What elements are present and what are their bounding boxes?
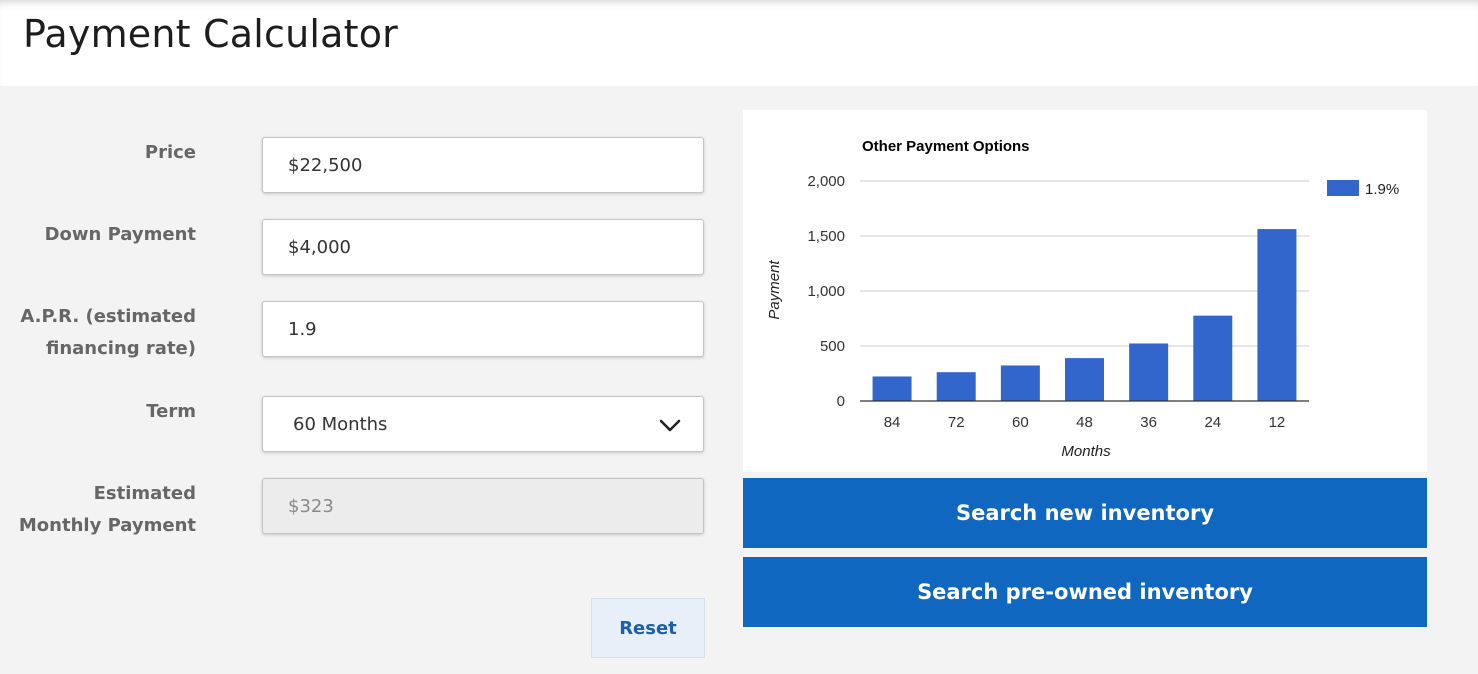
- y-tick-label: 1,000: [807, 283, 845, 300]
- term-select[interactable]: 60 Months: [262, 396, 704, 452]
- apr-label-line2: financing rate): [46, 338, 196, 359]
- x-tick-label: 48: [1076, 414, 1093, 431]
- price-label: Price: [144, 142, 196, 163]
- x-tick-label: 72: [948, 414, 965, 431]
- bar: [1065, 358, 1104, 401]
- reset-button[interactable]: Reset: [591, 598, 705, 658]
- y-tick-label: 2,000: [807, 173, 845, 190]
- term-select-value: 60 Months: [293, 414, 388, 435]
- y-tick-label: 0: [837, 393, 845, 410]
- down-payment-input[interactable]: $4,000: [262, 219, 704, 275]
- down-payment-label: Down Payment: [44, 224, 196, 245]
- apr-label: A.P.R. (estimated financing rate): [20, 301, 196, 365]
- bar: [1193, 315, 1233, 401]
- page-header: Payment Calculator: [0, 0, 1478, 86]
- bar: [872, 376, 912, 401]
- x-tick-label: 36: [1140, 414, 1157, 431]
- term-label: Term: [146, 401, 196, 422]
- legend-swatch: [1327, 180, 1359, 196]
- bar-chart-svg: Other Payment Options 0 500 1,000 1,500 2,00…: [766, 138, 1399, 460]
- chart-title: Other Payment Options: [862, 138, 1030, 155]
- payment-options-chart: Other Payment Options 0 500 1,000 1,500 2,00…: [743, 110, 1427, 472]
- search-new-inventory-button[interactable]: Search new inventory: [743, 478, 1427, 548]
- x-tick-label: 12: [1269, 414, 1286, 431]
- bar: [1000, 365, 1040, 401]
- x-tick-label: 60: [1012, 414, 1029, 431]
- bar: [1257, 229, 1297, 401]
- bar: [936, 372, 976, 401]
- monthly-payment-output: $323: [262, 478, 704, 534]
- monthly-payment-label-line1: Estimated: [93, 483, 196, 504]
- x-tick-label: 24: [1204, 414, 1221, 431]
- x-axis-title: Months: [1061, 443, 1111, 460]
- monthly-payment-label-line2: Monthly Payment: [18, 515, 196, 536]
- bar: [1129, 343, 1169, 401]
- chevron-down-icon: [659, 419, 681, 432]
- monthly-payment-label: Estimated Monthly Payment: [19, 478, 196, 542]
- apr-input[interactable]: 1.9: [262, 301, 704, 357]
- y-tick-label: 1,500: [807, 228, 845, 245]
- page-title: Payment Calculator: [23, 12, 399, 56]
- apr-label-line1: A.P.R. (estimated: [20, 306, 196, 327]
- y-tick-label: 500: [820, 338, 845, 355]
- y-axis-title: Payment: [766, 260, 783, 320]
- price-input[interactable]: $22,500: [262, 137, 704, 193]
- search-preowned-inventory-button[interactable]: Search pre-owned inventory: [743, 557, 1427, 627]
- x-tick-label: 84: [884, 414, 901, 431]
- legend-label: 1.9%: [1365, 181, 1399, 198]
